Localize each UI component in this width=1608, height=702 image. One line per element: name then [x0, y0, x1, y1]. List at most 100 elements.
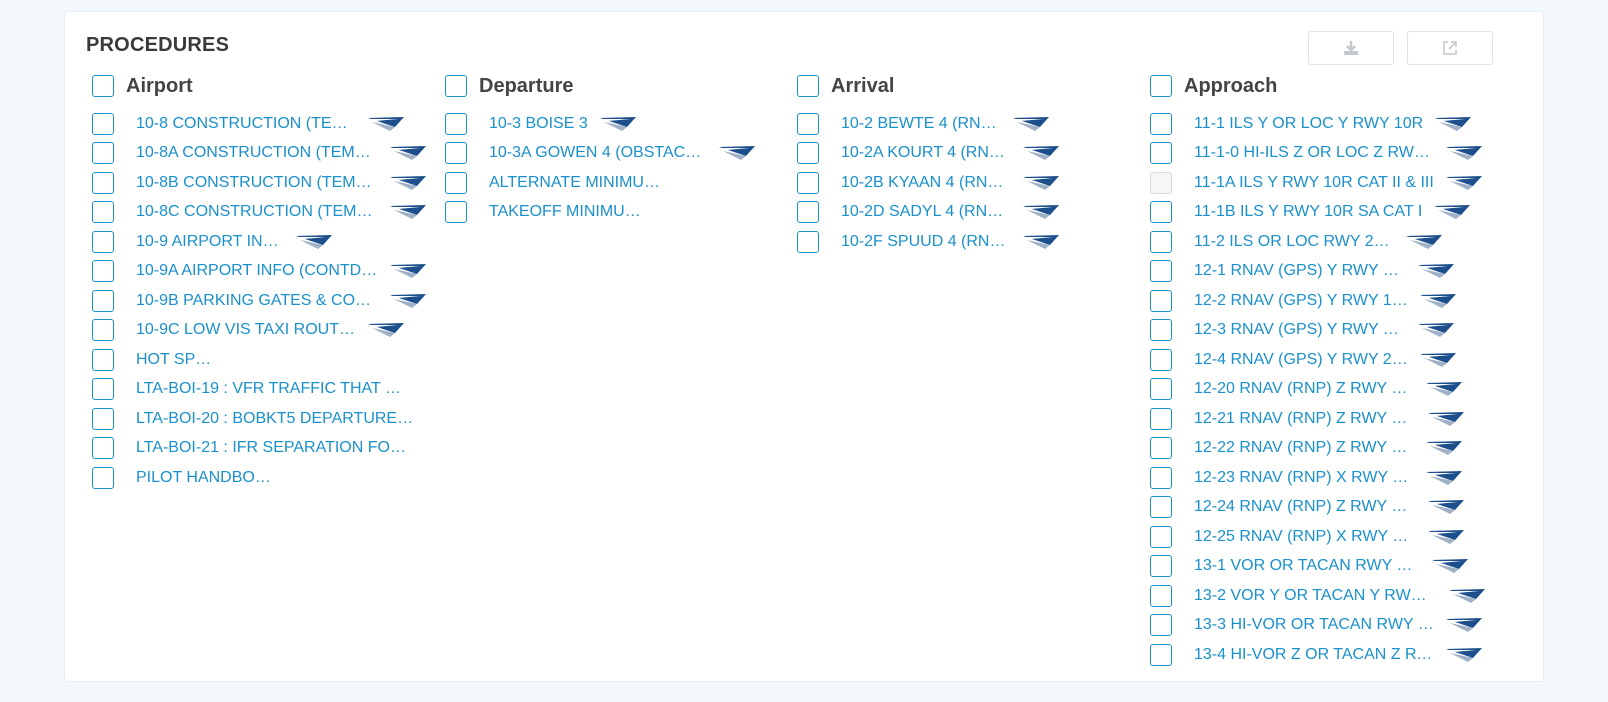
select-all-departure-checkbox[interactable]	[445, 75, 467, 97]
procedure-link[interactable]: 12-24 RNAV (RNP) Z RWY 28R	[1194, 498, 1416, 516]
procedure-link[interactable]: 10-8 CONSTRUCTION (TEMP)	[136, 115, 356, 133]
procedure-checkbox[interactable]	[1150, 348, 1172, 371]
select-all-arrival-checkbox[interactable]	[797, 75, 819, 97]
procedure-checkbox[interactable]	[1150, 614, 1172, 637]
procedure-checkbox[interactable]	[1150, 643, 1172, 666]
procedure-checkbox[interactable]	[797, 201, 819, 224]
procedure-link[interactable]: 10-2B KYAAN 4 (RNAV)	[841, 174, 1011, 192]
procedure-link[interactable]: 10-3A GOWEN 4 (OBSTACLE)	[489, 144, 707, 162]
procedure-link[interactable]: 10-8B CONSTRUCTION (TEMPORA	[136, 174, 378, 192]
jeppesen-logo-icon	[1420, 293, 1456, 308]
procedure-checkbox[interactable]	[797, 171, 819, 194]
procedure-link[interactable]: 13-3 HI-VOR OR TACAN RWY 10R	[1194, 616, 1434, 634]
procedure-link[interactable]: 11-1A ILS Y RWY 10R CAT II & III	[1194, 174, 1434, 192]
procedure-link[interactable]: LTA-BOI-20 : BOBKT5 DEPARTURE PROCEDU	[136, 410, 414, 428]
procedure-link[interactable]: ALTERNATE MINIMUMS	[489, 174, 665, 192]
procedure-link[interactable]: 11-1B ILS Y RWY 10R SA CAT I	[1194, 203, 1422, 221]
procedure-link[interactable]: 12-25 RNAV (RNP) X RWY 28R	[1194, 528, 1416, 546]
procedure-link[interactable]: 13-2 VOR Y OR TACAN Y RWY 10R	[1194, 587, 1437, 605]
procedure-checkbox[interactable]	[92, 289, 114, 312]
procedure-checkbox[interactable]	[1150, 378, 1172, 401]
procedure-link[interactable]: LTA-BOI-19 : VFR TRAFFIC THAT OPERATES	[136, 380, 408, 398]
procedure-link[interactable]: 10-9 AIRPORT INFO	[136, 233, 284, 251]
procedure-checkbox[interactable]	[92, 319, 114, 342]
procedure-link[interactable]: HOT SPOT	[136, 351, 216, 369]
procedure-checkbox[interactable]	[1150, 112, 1172, 135]
procedure-checkbox[interactable]	[1150, 171, 1172, 194]
procedure-link[interactable]: 13-4 HI-VOR Z OR TACAN Z RWY 10R	[1194, 646, 1434, 664]
procedure-checkbox[interactable]	[92, 230, 114, 253]
procedure-checkbox[interactable]	[445, 171, 467, 194]
procedure-link[interactable]: 11-2 ILS OR LOC RWY 28R	[1194, 233, 1394, 251]
procedure-link[interactable]: 10-9B PARKING GATES & COORDI	[136, 292, 378, 310]
procedure-link[interactable]: 13-1 VOR OR TACAN RWY 10L	[1194, 557, 1420, 575]
procedure-checkbox[interactable]	[1150, 407, 1172, 430]
procedure-checkbox[interactable]	[1150, 319, 1172, 342]
procedure-checkbox[interactable]	[1150, 230, 1172, 253]
procedure-link[interactable]: 12-3 RNAV (GPS) Y RWY 28L	[1194, 321, 1406, 339]
jeppesen-logo-icon	[1428, 411, 1464, 426]
procedure-link[interactable]: 10-8C CONSTRUCTION (TEMPORA	[136, 203, 378, 221]
procedure-link[interactable]: 12-1 RNAV (GPS) Y RWY 10L	[1194, 262, 1406, 280]
procedure-link[interactable]: 10-8A CONSTRUCTION (TEMPORA	[136, 144, 378, 162]
procedure-link[interactable]: LTA-BOI-21 : IFR SEPARATION FOR TRAFFIC	[136, 439, 416, 457]
procedure-link[interactable]: 12-2 RNAV (GPS) Y RWY 10R	[1194, 292, 1408, 310]
procedure-link[interactable]: 10-9A AIRPORT INFO (CONTD) (O	[136, 262, 378, 280]
procedure-checkbox[interactable]	[1150, 201, 1172, 224]
procedure-link[interactable]: 12-4 RNAV (GPS) Y RWY 28R	[1194, 351, 1408, 369]
select-all-airport-checkbox[interactable]	[92, 75, 114, 97]
procedure-checkbox[interactable]	[92, 112, 114, 135]
procedure-checkbox[interactable]	[445, 201, 467, 224]
procedure-checkbox[interactable]	[92, 437, 114, 460]
procedure-link[interactable]: 12-20 RNAV (RNP) Z RWY 10L	[1194, 380, 1414, 398]
procedure-checkbox[interactable]	[92, 142, 114, 165]
jeppesen-logo-icon	[296, 234, 332, 249]
procedure-checkbox[interactable]	[1150, 466, 1172, 489]
procedure-checkbox[interactable]	[445, 112, 467, 135]
open-external-button[interactable]	[1407, 31, 1493, 65]
procedure-item: HOT SPOT	[87, 345, 427, 375]
procedure-checkbox[interactable]	[92, 466, 114, 489]
procedure-checkbox[interactable]	[797, 230, 819, 253]
download-button[interactable]	[1308, 31, 1394, 65]
procedure-checkbox[interactable]	[92, 348, 114, 371]
procedure-link[interactable]: 10-2D SADYL 4 (RNAV)	[841, 203, 1011, 221]
procedure-checkbox[interactable]	[1150, 142, 1172, 165]
procedure-checkbox[interactable]	[1150, 525, 1172, 548]
procedure-item: 10-9 AIRPORT INFO	[87, 227, 427, 257]
column-header-airport: Airport	[87, 69, 427, 103]
procedure-link[interactable]: 11-1 ILS Y OR LOC Y RWY 10R	[1194, 115, 1423, 133]
procedure-checkbox[interactable]	[1150, 289, 1172, 312]
procedure-checkbox[interactable]	[1150, 437, 1172, 460]
jeppesen-logo-icon	[1420, 352, 1456, 367]
procedure-link[interactable]: 12-21 RNAV (RNP) Z RWY 10R	[1194, 410, 1416, 428]
jeppesen-logo-icon	[1426, 441, 1462, 456]
procedure-checkbox[interactable]	[445, 142, 467, 165]
procedure-checkbox[interactable]	[92, 260, 114, 283]
download-icon	[1342, 39, 1360, 57]
procedure-link[interactable]: TAKEOFF MINIMUMS	[489, 203, 647, 221]
procedure-item: 12-23 RNAV (RNP) X RWY 28L	[1145, 463, 1485, 493]
procedure-link[interactable]: 10-3 BOISE 3	[489, 115, 588, 133]
procedure-checkbox[interactable]	[92, 171, 114, 194]
procedure-checkbox[interactable]	[1150, 260, 1172, 283]
procedure-link[interactable]: 10-2A KOURT 4 (RNAV)	[841, 144, 1011, 162]
select-all-approach-checkbox[interactable]	[1150, 75, 1172, 97]
procedure-checkbox[interactable]	[1150, 496, 1172, 519]
procedure-checkbox[interactable]	[1150, 584, 1172, 607]
procedure-link[interactable]: 10-2F SPUUD 4 (RNAV)	[841, 233, 1011, 251]
procedure-link[interactable]: 10-9C LOW VIS TAXI ROUTES	[136, 321, 356, 339]
procedure-checkbox[interactable]	[92, 201, 114, 224]
procedure-link[interactable]: 12-23 RNAV (RNP) X RWY 28L	[1194, 469, 1414, 487]
procedure-checkbox[interactable]	[797, 142, 819, 165]
procedure-item: 13-2 VOR Y OR TACAN Y RWY 10R	[1145, 581, 1485, 611]
procedure-link[interactable]: PILOT HANDBOOK	[136, 469, 276, 487]
procedure-checkbox[interactable]	[92, 407, 114, 430]
procedure-checkbox[interactable]	[92, 378, 114, 401]
procedure-link[interactable]: 10-2 BEWTE 4 (RNAV)	[841, 115, 1001, 133]
procedure-checkbox[interactable]	[797, 112, 819, 135]
procedure-link[interactable]: 12-22 RNAV (RNP) Z RWY 28L	[1194, 439, 1414, 457]
column-header-approach: Approach	[1145, 69, 1485, 103]
procedure-checkbox[interactable]	[1150, 555, 1172, 578]
procedure-link[interactable]: 11-1-0 HI-ILS Z OR LOC Z RWY 10R	[1194, 144, 1434, 162]
